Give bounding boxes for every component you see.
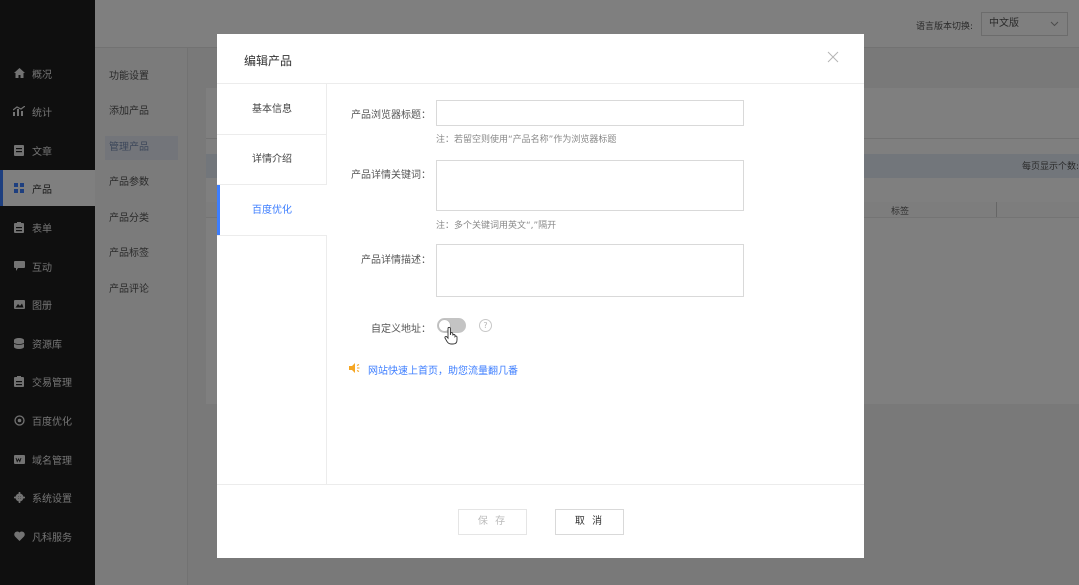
tab-baidu-seo[interactable]: 百度优化 — [217, 185, 327, 236]
keywords-note: 注：多个关键词用英文“,”隔开 — [436, 221, 557, 231]
tab-basic-info[interactable]: 基本信息 — [217, 84, 327, 135]
keywords-label: 产品详情关键词： — [351, 170, 431, 181]
dialog-header: 编辑产品 — [217, 34, 864, 84]
dialog-tabs: 基本信息 详情介绍 百度优化 — [217, 84, 327, 484]
promo-link[interactable]: 网站快速上首页，助您流量翻几番 — [349, 362, 518, 377]
dialog-title: 编辑产品 — [244, 54, 293, 68]
save-button[interactable]: 保 存 — [458, 509, 527, 535]
tab-details[interactable]: 详情介绍 — [217, 134, 327, 185]
seo-form: 产品浏览器标题： 注：若留空则使用“产品名称”作为浏览器标题 产品详情关键词： … — [327, 84, 864, 484]
dialog-footer: 保 存 取 消 — [217, 484, 864, 558]
promo-text: 网站快速上首页，助您流量翻几番 — [368, 366, 518, 377]
speaker-icon — [349, 363, 361, 376]
description-label: 产品详情描述： — [361, 255, 431, 266]
custom-url-label: 自定义地址： — [371, 324, 431, 335]
browser-title-input[interactable] — [436, 100, 744, 126]
hand-cursor-icon — [444, 326, 458, 345]
close-icon[interactable] — [824, 48, 842, 66]
edit-product-dialog: 编辑产品 基本信息 详情介绍 百度优化 产品浏览器标题： 注：若留空则使用“产品… — [217, 34, 864, 558]
browser-title-label: 产品浏览器标题： — [351, 110, 431, 121]
browser-title-note: 注：若留空则使用“产品名称”作为浏览器标题 — [436, 135, 617, 145]
cancel-button[interactable]: 取 消 — [555, 509, 624, 535]
keywords-textarea[interactable] — [436, 160, 744, 211]
help-icon[interactable]: ? — [479, 319, 492, 332]
description-textarea[interactable] — [436, 244, 744, 297]
